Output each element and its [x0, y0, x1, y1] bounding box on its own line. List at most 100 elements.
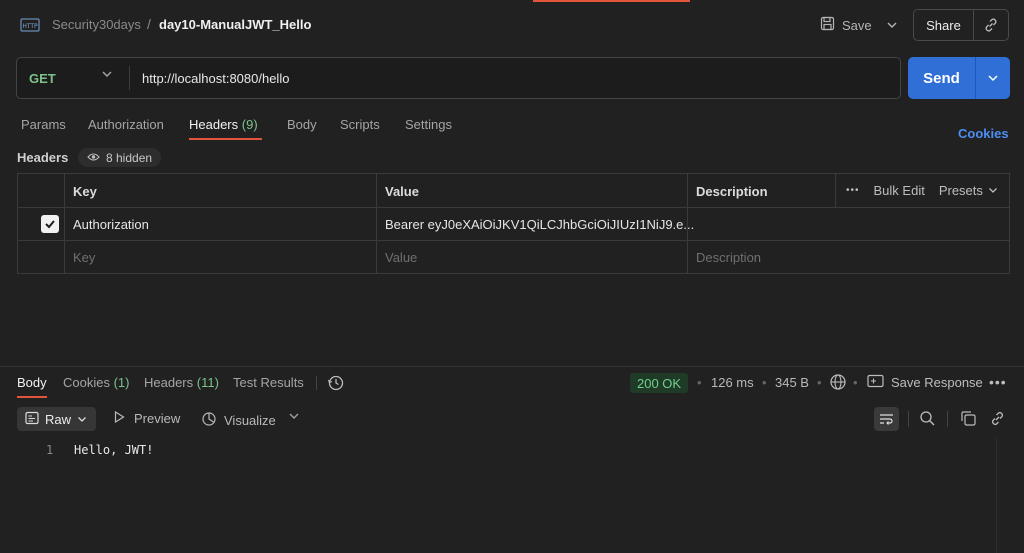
url-input[interactable]: http://localhost:8080/hello [142, 71, 289, 86]
separator-dot: • [762, 375, 767, 390]
hidden-count: 8 hidden [106, 150, 153, 165]
header-enabled-checkbox[interactable] [41, 215, 59, 233]
divider [316, 376, 317, 390]
table-tools: ••• Bulk Edit Presets [846, 183, 998, 198]
save-response-icon [867, 374, 884, 391]
tab-headers[interactable]: Headers (9) [189, 117, 258, 132]
url-bar: GET http://localhost:8080/hello [16, 57, 901, 99]
send-group: Send [908, 57, 1010, 99]
send-button[interactable]: Send [908, 57, 976, 99]
raw-label: Raw [45, 411, 72, 427]
column-header-description: Description [696, 184, 768, 199]
hidden-headers-toggle[interactable]: 8 hidden [78, 148, 162, 167]
history-icon[interactable] [327, 374, 345, 395]
cookies-link[interactable]: Cookies [958, 126, 1009, 141]
save-options-chevron-down-icon[interactable] [882, 14, 902, 36]
divider [129, 66, 130, 90]
headers-table: Key Value Description ••• Bulk Edit Pres… [17, 173, 1010, 274]
response-tab-cookies[interactable]: Cookies (1) [63, 375, 129, 390]
response-tab-underline [17, 396, 47, 398]
svg-text:HTTP: HTTP [22, 23, 38, 30]
response-tab-test-results[interactable]: Test Results [233, 375, 304, 390]
column-header-value: Value [385, 184, 419, 199]
header-value-cell[interactable]: Bearer eyJ0eXAiOiJKV1QiLCJhbGciOiJIUzI1N… [385, 217, 694, 232]
visualize-chevron-down-icon[interactable] [288, 410, 300, 425]
share-group: Share [913, 9, 1009, 41]
link-icon[interactable] [989, 410, 1006, 430]
chevron-down-icon [77, 412, 87, 427]
more-options-icon[interactable]: ••• [846, 185, 860, 196]
copy-icon[interactable] [960, 410, 977, 430]
response-time[interactable]: 126 ms [711, 375, 754, 390]
table-divider [18, 240, 1009, 241]
new-description-input[interactable]: Description [696, 250, 761, 265]
response-tab-headers-label: Headers [144, 375, 194, 390]
separator-dot: • [853, 375, 858, 390]
tab-headers-label: Headers [189, 117, 239, 132]
request-title[interactable]: day10-ManualJWT_Hello [159, 17, 311, 32]
response-tab-headers[interactable]: Headers (11) [144, 375, 219, 390]
visualize-label: Visualize [224, 413, 276, 428]
headers-section-title: Headers [17, 150, 69, 165]
response-body-line[interactable]: Hello, JWT! [74, 443, 153, 457]
tab-scripts[interactable]: Scripts [340, 117, 380, 132]
table-divider [376, 174, 377, 273]
wrap-lines-icon[interactable] [874, 407, 899, 431]
tab-params[interactable]: Params [21, 117, 66, 132]
more-options-icon[interactable]: ••• [989, 374, 1007, 390]
tab-authorization[interactable]: Authorization [88, 117, 164, 132]
scrollbar[interactable] [996, 437, 997, 553]
response-tab-cookies-count: (1) [113, 375, 130, 390]
presets-label: Presets [938, 183, 983, 198]
play-icon [114, 410, 125, 426]
new-value-input[interactable]: Value [385, 250, 417, 265]
globe-icon[interactable] [829, 373, 847, 394]
tab-underline [189, 138, 262, 140]
visualize-button[interactable]: Visualize [201, 411, 276, 430]
http-icon: HTTP [20, 15, 40, 35]
chevron-down-icon [988, 183, 998, 198]
save-button[interactable]: Save [820, 14, 872, 36]
tab-settings[interactable]: Settings [405, 117, 452, 132]
breadcrumb-parent[interactable]: Security30days [52, 17, 141, 32]
divider [947, 411, 948, 427]
method-chevron-down-icon[interactable] [101, 68, 113, 83]
copy-link-icon[interactable] [974, 10, 1008, 40]
table-divider [64, 174, 65, 273]
checkmark-icon [45, 220, 55, 229]
breadcrumb-separator: / [147, 16, 151, 32]
method-select[interactable]: GET [29, 71, 56, 86]
tab-headers-count: (9) [241, 117, 258, 132]
search-icon[interactable] [919, 410, 936, 430]
save-label: Save [842, 17, 872, 33]
status-badge[interactable]: 200 OK [630, 373, 689, 393]
save-icon [820, 16, 835, 34]
active-tab-indicator [533, 0, 690, 2]
raw-format-dropdown[interactable]: Raw [17, 407, 96, 431]
presets-dropdown[interactable]: Presets [939, 183, 998, 198]
save-response-label: Save Response [891, 375, 983, 390]
share-button[interactable]: Share [914, 10, 974, 40]
document-icon [25, 411, 39, 428]
response-tab-headers-count: (11) [196, 375, 219, 390]
preview-button[interactable]: Preview [114, 410, 181, 426]
eye-icon [87, 151, 100, 165]
separator-dot: • [817, 375, 822, 390]
header-key-cell[interactable]: Authorization [73, 217, 149, 232]
table-divider [18, 207, 1009, 208]
new-key-input[interactable]: Key [73, 250, 95, 265]
visualize-icon [201, 411, 217, 430]
table-divider [835, 174, 836, 207]
preview-label: Preview [134, 411, 181, 426]
column-header-key: Key [73, 184, 97, 199]
divider [908, 411, 909, 427]
separator-dot: • [697, 375, 702, 390]
tab-body[interactable]: Body [287, 117, 317, 132]
bulk-edit-button[interactable]: Bulk Edit [874, 183, 925, 198]
response-tab-body[interactable]: Body [17, 375, 47, 390]
send-options-chevron-down-icon[interactable] [976, 57, 1010, 99]
line-number: 1 [46, 443, 54, 457]
response-divider [0, 366, 1024, 367]
response-size[interactable]: 345 B [775, 375, 809, 390]
save-response-button[interactable]: Save Response [867, 374, 983, 391]
